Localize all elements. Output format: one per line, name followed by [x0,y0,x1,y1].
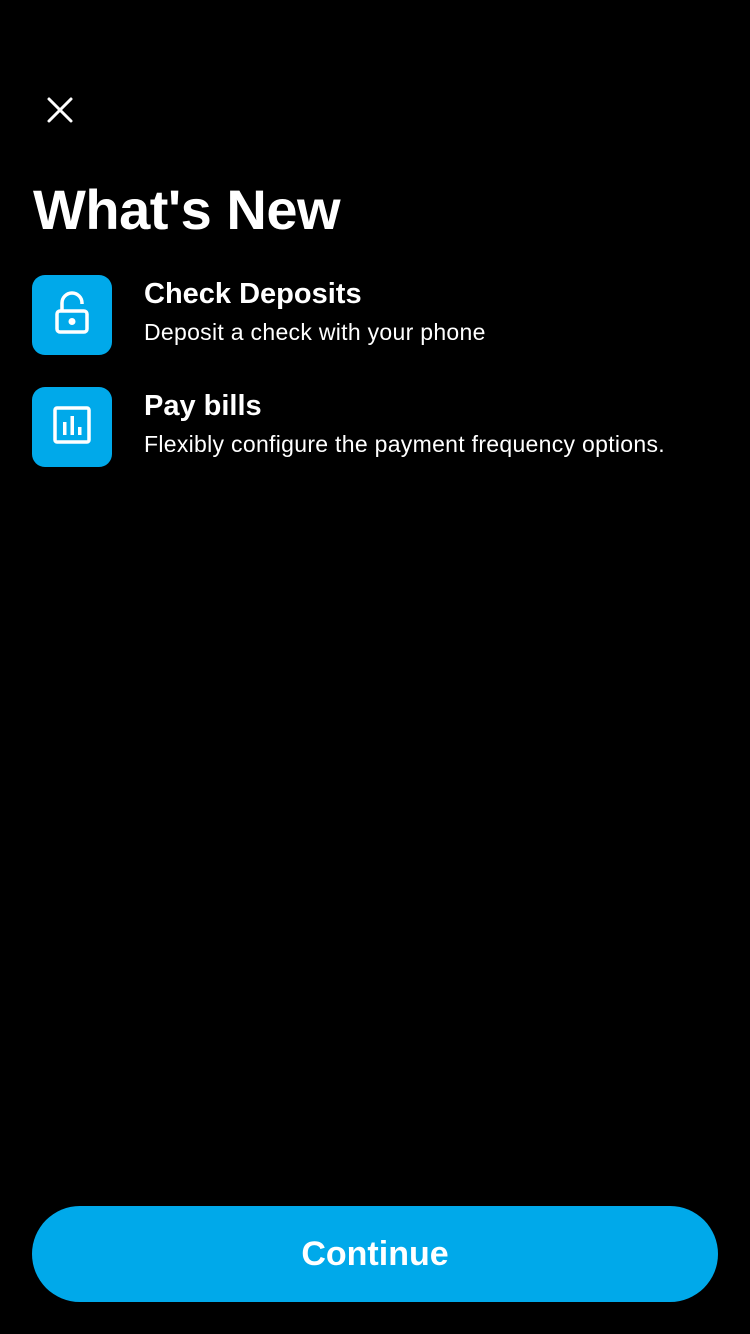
feature-icon-tile [32,387,112,467]
feature-title: Pay bills [144,390,262,422]
feature-text: Pay bills Flexibly configure the payment… [144,387,665,459]
continue-button[interactable]: Continue [32,1206,718,1302]
page-title: What's New [33,178,341,241]
bar-chart-icon [52,405,92,450]
feature-description: Deposit a check with your phone [144,319,486,345]
feature-item-pay-bills: Pay bills Flexibly configure the payment… [32,387,732,467]
feature-text: Check Deposits Deposit a check with your… [144,275,486,347]
feature-title: Check Deposits [144,278,362,310]
feature-item-check-deposits: Check Deposits Deposit a check with your… [32,275,732,355]
lock-open-icon [52,290,92,340]
close-icon [46,96,74,129]
feature-list: Check Deposits Deposit a check with your… [32,275,732,499]
feature-description: Flexibly configure the payment frequency… [144,431,665,457]
close-button[interactable] [36,88,84,136]
feature-icon-tile [32,275,112,355]
